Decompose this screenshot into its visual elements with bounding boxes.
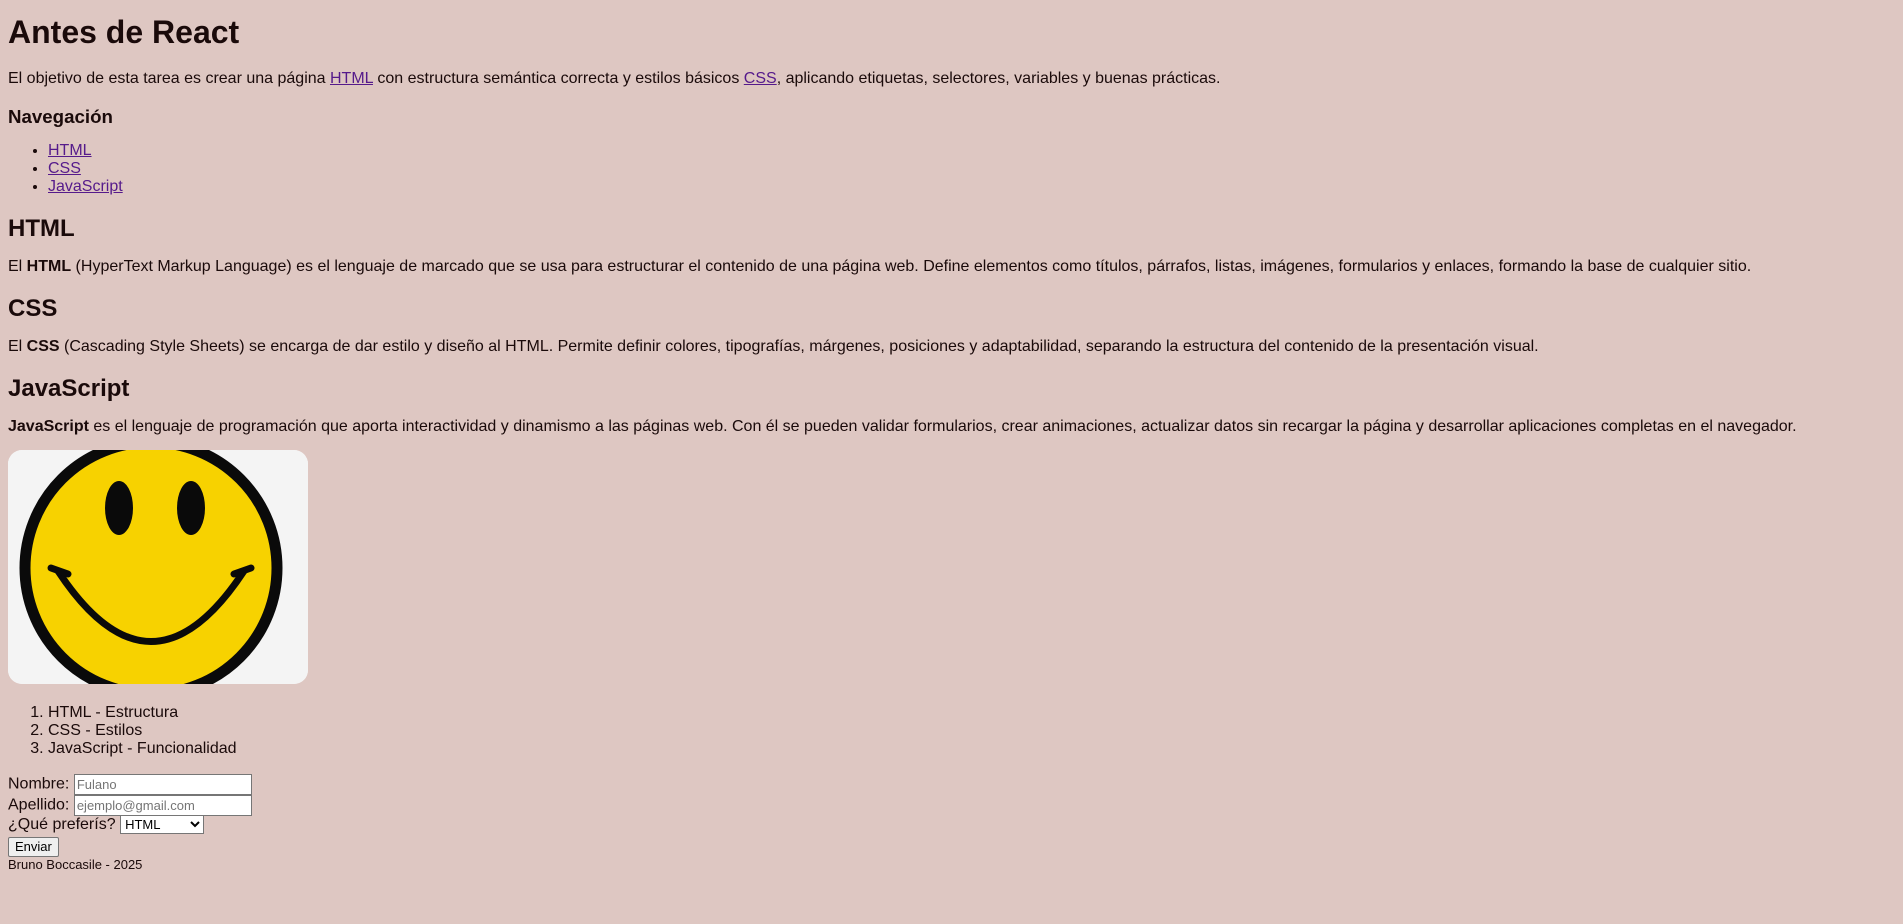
section-bold-term: CSS [26,338,60,355]
section-javascript: JavaScript JavaScript es el lenguaje de … [8,375,1895,436]
apellido-row: Apellido: [8,794,1895,816]
nav-item-javascript: JavaScript [48,178,1895,196]
contact-form: Nombre: Apellido: ¿Qué preferís? HTML En… [8,774,1895,857]
smiley-image [8,450,308,684]
submit-row: Enviar [8,836,1895,857]
smiley-face-icon [8,450,308,684]
nav-link-html[interactable]: HTML [48,142,92,159]
nav-heading: Navegación [8,106,113,127]
preference-select[interactable]: HTML [120,815,205,835]
section-prefix: El [8,258,27,275]
intro-text-after: , aplicando etiquetas, selectores, varia… [776,70,1221,87]
intro-text-before: El objetivo de esta tarea es crear una p… [8,70,330,87]
section-css: CSS El CSS (Cascading Style Sheets) se e… [8,295,1895,356]
list-item: JavaScript - Funcionalidad [48,740,1895,758]
section-bold-term: JavaScript [8,418,89,435]
section-heading: HTML [8,215,75,242]
intro-paragraph: El objetivo de esta tarea es crear una p… [8,69,1895,88]
nombre-input[interactable] [73,774,252,795]
section-heading: CSS [8,295,58,322]
nav-link-javascript[interactable]: JavaScript [48,178,123,195]
preference-label: ¿Qué preferís? [8,816,116,833]
nombre-label: Nombre: [8,775,70,793]
nav-list: HTML CSS JavaScript [8,142,1895,196]
section-text: es el lenguaje de programación que aport… [88,418,1797,435]
apellido-label: Apellido: [8,796,70,814]
section-prefix: El [8,338,27,355]
page-title: Antes de React [8,14,240,50]
apellido-input[interactable] [73,794,252,816]
ordered-list: HTML - Estructura CSS - Estilos JavaScri… [8,704,1895,758]
navigation: Navegación HTML CSS JavaScript [8,106,1895,196]
intro-html-link[interactable]: HTML [330,70,373,87]
section-paragraph: JavaScript es el lenguaje de programació… [8,417,1895,436]
section-paragraph: El HTML (HyperText Markup Language) es e… [8,257,1895,276]
nav-link-css[interactable]: CSS [48,160,81,177]
submit-button[interactable]: Enviar [8,836,59,857]
intro-css-link[interactable]: CSS [744,70,777,87]
intro-text-middle: con estructura semántica correcta y esti… [372,70,744,87]
nav-item-html: HTML [48,142,1895,160]
nombre-row: Nombre: [8,774,1895,795]
list-item: HTML - Estructura [48,704,1895,722]
footer: Bruno Boccasile - 2025 [8,857,143,872]
section-text: (HyperText Markup Language) es el lengua… [71,258,1752,275]
section-heading: JavaScript [8,375,130,402]
nav-item-css: CSS [48,160,1895,178]
section-text: (Cascading Style Sheets) se encarga de d… [59,338,1539,355]
section-bold-term: HTML [26,258,72,275]
list-item: CSS - Estilos [48,722,1895,740]
preference-row: ¿Qué preferís? HTML [8,815,1895,836]
section-html: HTML El HTML (HyperText Markup Language)… [8,215,1895,276]
section-paragraph: El CSS (Cascading Style Sheets) se encar… [8,337,1895,356]
